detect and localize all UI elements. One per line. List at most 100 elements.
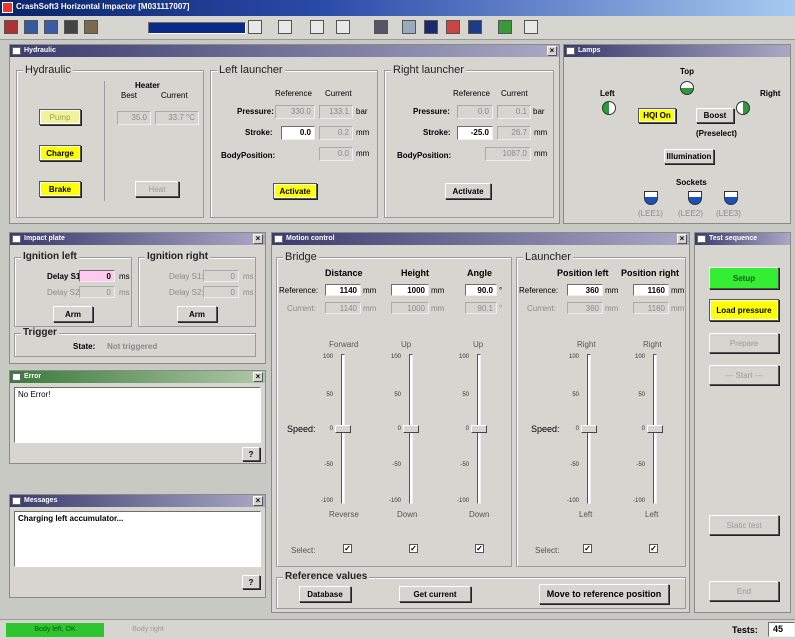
- arm-right-button[interactable]: Arm: [177, 306, 217, 322]
- close-icon[interactable]: ×: [253, 234, 263, 244]
- socket1-label: (LEE1): [638, 209, 663, 218]
- close-icon[interactable]: ×: [253, 496, 263, 506]
- end-button[interactable]: End: [709, 581, 779, 601]
- ref-height-unit: mm: [431, 286, 445, 295]
- right-launcher-group: Right launcher Reference Current Pressur…: [384, 64, 554, 218]
- boost-button[interactable]: Boost: [696, 108, 734, 123]
- pump-button[interactable]: Pump: [39, 109, 81, 125]
- move-reference-button[interactable]: Move to reference position: [539, 584, 669, 604]
- slider-pos-right-thumb[interactable]: [647, 425, 663, 433]
- grid-icon[interactable]: [374, 20, 388, 34]
- charge-button[interactable]: Charge: [39, 145, 81, 161]
- monitor-icon[interactable]: [336, 20, 350, 34]
- slider-height[interactable]: 100 50 0 -50 -100: [385, 352, 425, 522]
- static-test-button[interactable]: Static test: [709, 515, 779, 535]
- messages-text-box: Charging left accumulator...: [14, 511, 261, 567]
- angle-label: Angle: [467, 268, 493, 278]
- left-activate-button[interactable]: Activate: [273, 183, 317, 199]
- bridge-ref-label: Reference:: [279, 286, 319, 295]
- right-body-label: BodyPosition:: [397, 151, 452, 160]
- test-sequence-window: Test sequence Setup Load pressure Prepar…: [694, 232, 791, 613]
- moon-icon[interactable]: [402, 20, 416, 34]
- hqi-on-button[interactable]: HQI On: [638, 108, 676, 123]
- setup-button[interactable]: Setup: [709, 267, 779, 289]
- left-body-cur: 0.0: [319, 147, 353, 161]
- close-icon[interactable]: ×: [677, 234, 687, 244]
- slider-angle-thumb[interactable]: [471, 425, 487, 433]
- l-delay-s1-field[interactable]: 0: [79, 270, 115, 282]
- arm-left-button[interactable]: Arm: [53, 306, 93, 322]
- select-angle-checkbox[interactable]: ✓: [475, 544, 484, 553]
- slider-pl-top: Right: [577, 340, 596, 349]
- get-current-button[interactable]: Get current: [399, 586, 471, 602]
- prepare-button[interactable]: Prepare: [709, 333, 779, 353]
- r-delay-s2-field: 0: [203, 286, 239, 298]
- select-height-checkbox[interactable]: ✓: [409, 544, 418, 553]
- lamp-right-icon[interactable]: [736, 101, 750, 115]
- right-activate-button[interactable]: Activate: [445, 183, 491, 199]
- target-icon[interactable]: [424, 20, 438, 34]
- view1-icon[interactable]: [278, 20, 292, 34]
- slider-distance[interactable]: 100 50 0 -50 -100: [317, 352, 357, 522]
- display-icon[interactable]: [498, 20, 512, 34]
- ref-distance-field[interactable]: 1140: [325, 284, 361, 296]
- slider-height-top: Up: [401, 340, 412, 349]
- ign-right-label: Ignition right: [145, 251, 211, 262]
- brake-button[interactable]: Brake: [39, 181, 81, 197]
- reference-values-group: Reference values Database Get current Mo…: [276, 571, 686, 609]
- view2-icon[interactable]: [310, 20, 324, 34]
- ref-height-field[interactable]: 1000: [391, 284, 429, 296]
- cur-height-unit: mm: [431, 304, 445, 313]
- left-stroke-ref[interactable]: 0.0: [281, 126, 315, 140]
- close-icon[interactable]: ×: [253, 372, 263, 382]
- socket1-icon[interactable]: [644, 191, 658, 205]
- heat-button[interactable]: Heat: [135, 181, 179, 197]
- cur-pl-unit: mm: [605, 304, 619, 313]
- best-label: Best: [121, 91, 138, 100]
- ignition-right-group: Ignition right Delay S1: 0 ms Delay S2: …: [138, 251, 256, 327]
- progress-bar: [148, 22, 246, 34]
- import-icon[interactable]: [24, 20, 38, 34]
- load-pressure-button[interactable]: Load pressure: [709, 299, 779, 321]
- right-stroke-label: Stroke:: [423, 128, 451, 137]
- socket2-icon[interactable]: [688, 191, 702, 205]
- bars-icon[interactable]: [84, 20, 98, 34]
- error-title-bar: Error ×: [10, 371, 265, 383]
- error-help-button[interactable]: ?: [242, 447, 260, 461]
- select-pos-right-checkbox[interactable]: ✓: [649, 544, 658, 553]
- messages-help-button[interactable]: ?: [242, 575, 260, 589]
- ref-pos-left-field[interactable]: 360: [567, 284, 603, 296]
- right-stroke-unit: mm: [534, 128, 548, 137]
- impact-title-bar: Impact plate ×: [10, 233, 265, 245]
- socket3-icon[interactable]: [724, 191, 738, 205]
- heater-current-field: 33.7 °C: [155, 111, 199, 125]
- left-launcher-label: Left launcher: [217, 64, 285, 76]
- launcher-ref-label: Reference:: [519, 286, 559, 295]
- select-pos-left-checkbox[interactable]: ✓: [583, 544, 592, 553]
- chart2-icon[interactable]: [524, 20, 538, 34]
- chart-icon[interactable]: [44, 20, 58, 34]
- slider-distance-thumb[interactable]: [335, 425, 351, 433]
- slider-pos-left-thumb[interactable]: [581, 425, 597, 433]
- height-label: Height: [401, 268, 429, 278]
- window-icon[interactable]: [248, 20, 262, 34]
- left-stroke-cur: 0.2: [319, 126, 353, 140]
- people-icon[interactable]: [4, 20, 18, 34]
- save-icon[interactable]: [64, 20, 78, 34]
- start-button[interactable]: --- Start ---: [709, 365, 779, 385]
- lamp-left-icon[interactable]: [602, 101, 616, 115]
- database-button[interactable]: Database: [299, 586, 351, 602]
- ref-angle-field[interactable]: 90.0: [465, 284, 497, 296]
- close-icon[interactable]: ×: [547, 46, 557, 56]
- lamp-top-icon[interactable]: [680, 81, 694, 95]
- green-icon[interactable]: [468, 20, 482, 34]
- right-stroke-ref[interactable]: -25.0: [457, 126, 493, 140]
- slider-pos-right[interactable]: 100 50 0 -50 -100: [629, 352, 669, 522]
- ref-pos-right-field[interactable]: 1160: [633, 284, 669, 296]
- select-distance-checkbox[interactable]: ✓: [343, 544, 352, 553]
- info-icon[interactable]: [446, 20, 460, 34]
- slider-angle[interactable]: 100 50 0 -50 -100: [453, 352, 493, 522]
- illumination-button[interactable]: Illumination: [664, 149, 714, 164]
- slider-pos-left[interactable]: 100 50 0 -50 -100: [563, 352, 603, 522]
- slider-height-thumb[interactable]: [403, 425, 419, 433]
